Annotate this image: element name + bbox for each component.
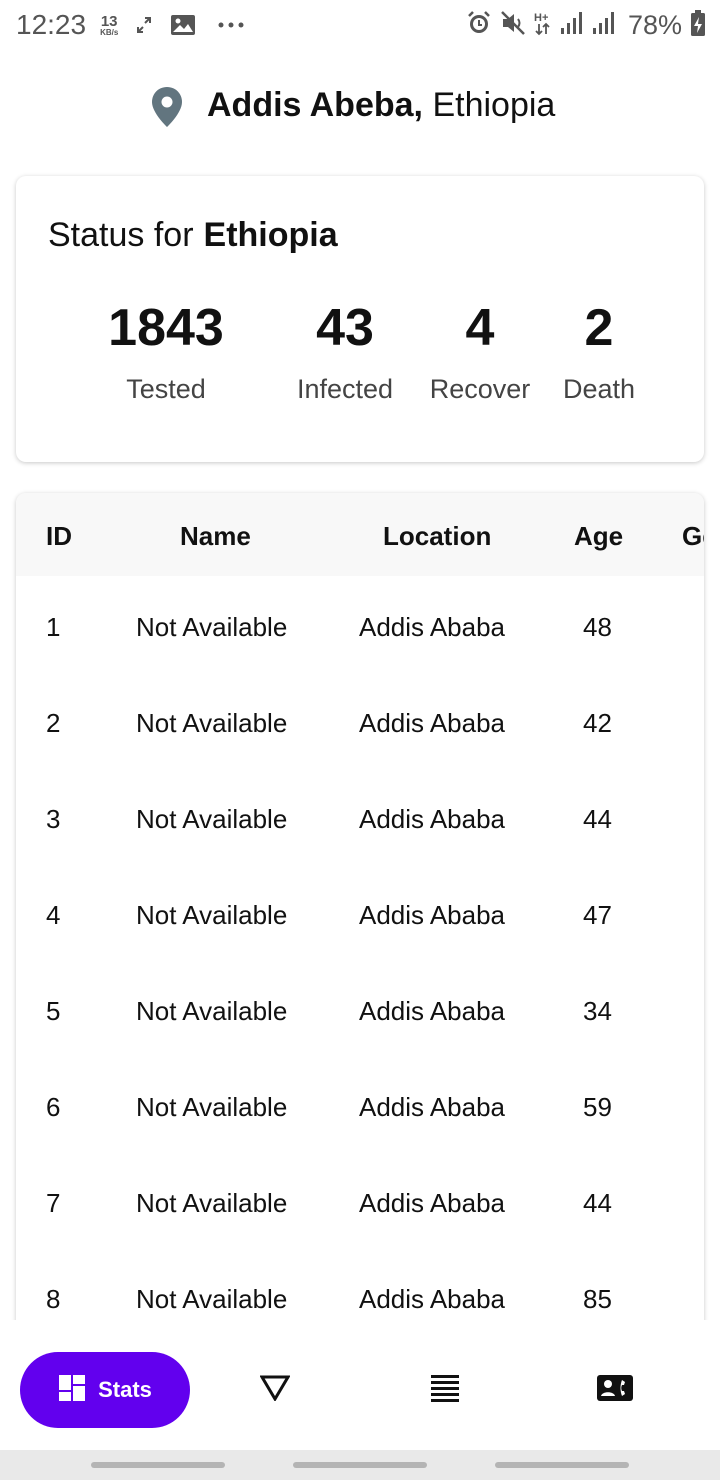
table-row[interactable]: 4 Not Available Addis Ababa 47	[16, 900, 704, 996]
column-header-id[interactable]: ID	[46, 521, 72, 552]
cell-location: Addis Ababa	[359, 1092, 506, 1122]
column-header-name[interactable]: Name	[180, 521, 251, 552]
status-time: 12:23	[16, 9, 87, 40]
cell-name: Not Available	[136, 804, 288, 834]
nav-filter-button[interactable]	[255, 1372, 295, 1408]
location-city: Addis Abeba,	[207, 86, 423, 124]
net-speed-value: 13	[100, 12, 118, 30]
cell-name: Not Available	[136, 1188, 288, 1218]
nav-stats-button[interactable]: Stats	[20, 1352, 190, 1428]
moon-icon[interactable]	[646, 84, 682, 131]
stat-value: 1843	[108, 299, 224, 357]
cell-location: Addis Ababa	[359, 612, 506, 642]
cell-age: 44	[583, 804, 612, 834]
stat-death: 2 Death	[519, 298, 679, 405]
svg-text:H+: H+	[534, 12, 548, 24]
cell-age: 34	[583, 996, 612, 1026]
gesture-pill[interactable]	[91, 1462, 225, 1468]
cell-age: 85	[583, 1284, 612, 1314]
column-header-gender[interactable]: Gender	[682, 521, 704, 552]
nav-contact-button[interactable]	[595, 1372, 635, 1408]
cell-age: 42	[583, 708, 612, 738]
battery-charging-icon	[690, 9, 706, 42]
location-header: Addis Abeba, Ethiopia	[0, 80, 720, 136]
cell-id: 8	[46, 1284, 61, 1314]
hplus-icon: H+	[534, 10, 552, 41]
cases-table[interactable]: ID Name Location Age Gender 1 Not Availa…	[16, 493, 704, 1343]
cell-location: Addis Ababa	[359, 996, 506, 1026]
cell-name: Not Available	[136, 612, 288, 642]
status-title-prefix: Status for	[48, 216, 194, 254]
stat-tested: 1843 Tested	[86, 298, 246, 405]
list-icon	[430, 1374, 460, 1407]
location-pin-icon	[150, 86, 184, 133]
cell-location: Addis Ababa	[359, 804, 506, 834]
signal-icon	[592, 11, 616, 40]
stat-label: Tested	[126, 374, 206, 404]
cell-name: Not Available	[136, 1092, 288, 1122]
cell-id: 4	[46, 900, 61, 930]
bottom-nav: Stats	[0, 1320, 720, 1450]
cell-age: 44	[583, 1188, 612, 1218]
gesture-bar	[0, 1450, 720, 1480]
cell-id: 6	[46, 1092, 61, 1122]
status-title: Status for Ethiopia	[48, 216, 338, 255]
cell-id: 5	[46, 996, 61, 1026]
cell-id: 7	[46, 1188, 61, 1218]
gesture-pill[interactable]	[495, 1462, 629, 1468]
dashboard-icon	[58, 1374, 86, 1407]
cell-id: 2	[46, 708, 61, 738]
cell-age: 47	[583, 900, 612, 930]
status-bar: 12:23 13 KB/s H+ 78%	[0, 0, 720, 50]
location-label: Addis Abeba, Ethiopia	[207, 86, 555, 125]
cell-name: Not Available	[136, 996, 288, 1026]
alarm-icon	[466, 10, 492, 41]
net-speed: 13 KB/s	[100, 14, 118, 37]
table-row[interactable]: 7 Not Available Addis Ababa 44	[16, 1188, 704, 1284]
cell-age: 59	[583, 1092, 612, 1122]
column-header-location[interactable]: Location	[383, 521, 491, 552]
location-country: Ethiopia	[432, 86, 556, 124]
cell-name: Not Available	[136, 708, 288, 738]
mute-icon	[500, 10, 526, 41]
cell-id: 3	[46, 804, 61, 834]
cell-location: Addis Ababa	[359, 708, 506, 738]
table-row[interactable]: 1 Not Available Addis Ababa 48	[16, 612, 704, 708]
status-card: Status for Ethiopia 1843 Tested 43 Infect…	[16, 176, 704, 462]
cell-id: 1	[46, 612, 61, 642]
cell-location: Addis Ababa	[359, 1188, 506, 1218]
filter-triangle-icon	[259, 1375, 291, 1406]
table-row[interactable]: 3 Not Available Addis Ababa 44	[16, 804, 704, 900]
contact-phone-icon	[596, 1374, 634, 1407]
table-row[interactable]: 5 Not Available Addis Ababa 34	[16, 996, 704, 1092]
battery-percent: 78%	[627, 9, 682, 40]
nav-stats-label: Stats	[98, 1377, 152, 1402]
cell-age: 48	[583, 612, 612, 642]
table-row[interactable]: 6 Not Available Addis Ababa 59	[16, 1092, 704, 1188]
cell-location: Addis Ababa	[359, 900, 506, 930]
more-icon	[218, 22, 244, 28]
column-header-age[interactable]: Age	[574, 521, 623, 552]
cell-name: Not Available	[136, 900, 288, 930]
status-title-country: Ethiopia	[203, 216, 338, 254]
gesture-pill[interactable]	[293, 1462, 427, 1468]
table-row[interactable]: 2 Not Available Addis Ababa 42	[16, 708, 704, 804]
expand-icon	[136, 16, 152, 34]
table-header: ID Name Location Age Gender	[16, 493, 704, 576]
image-icon	[170, 14, 196, 36]
cell-location: Addis Ababa	[359, 1284, 506, 1314]
stat-label: Death	[562, 374, 636, 404]
stat-value: 2	[584, 299, 614, 357]
signal-icon	[560, 11, 584, 40]
nav-list-button[interactable]	[425, 1372, 465, 1408]
cell-name: Not Available	[136, 1284, 288, 1314]
net-speed-unit: KB/s	[100, 27, 119, 37]
